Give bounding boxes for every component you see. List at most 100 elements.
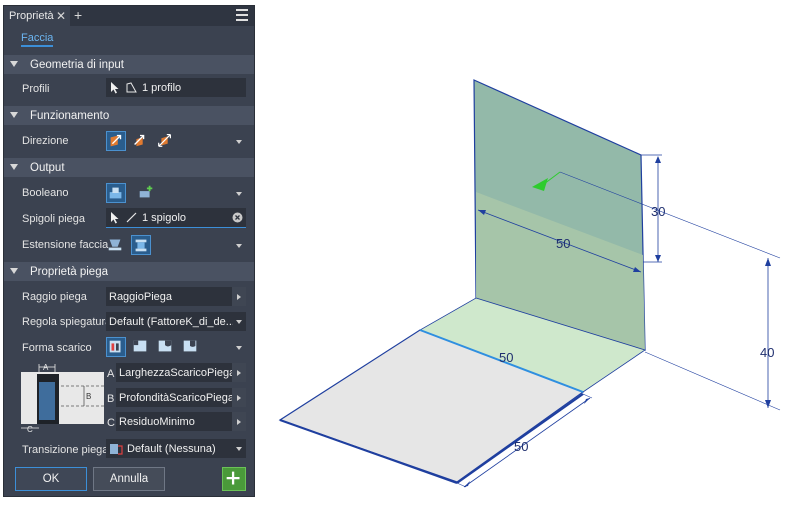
relief-straight-icon [109, 340, 121, 353]
relief-square-icon [133, 340, 147, 352]
active-field-underline [106, 227, 246, 228]
add-tab-icon[interactable]: + [74, 7, 82, 23]
bend-edges-label: Spigoli piega [22, 213, 85, 225]
direction-dropdown-icon[interactable] [236, 140, 242, 144]
profiles-selector[interactable]: 1 profilo [106, 78, 246, 97]
relief-depth-menu-button[interactable] [232, 388, 246, 407]
face-extent-width-button[interactable] [106, 235, 126, 255]
select-cursor-icon [111, 81, 119, 93]
relief-shape-label: Forma scarico [22, 342, 92, 354]
join-icon [109, 187, 122, 199]
section-title: Output [30, 161, 65, 174]
min-remnant-field[interactable]: ResiduoMinimo [116, 412, 246, 431]
hamburger-menu-icon[interactable] [236, 9, 248, 21]
close-icon[interactable]: ✕ [56, 9, 66, 23]
relief-shape-dropdown-icon[interactable] [236, 346, 242, 350]
direction-default-button[interactable] [106, 131, 126, 151]
min-remnant-label: C [107, 417, 115, 429]
bend-radius-menu-button[interactable] [232, 287, 246, 306]
relief-shape-square-button[interactable] [131, 337, 151, 357]
relief-shape-obround-button[interactable] [181, 337, 201, 357]
direction-label: Direzione [22, 135, 69, 147]
unfold-rule-value: Default (FattoreK_di_de... [109, 315, 233, 328]
sheet-metal-model[interactable]: 30 50 40 50 50 [258, 0, 803, 502]
graphics-viewport[interactable]: 30 50 40 50 50 [258, 0, 803, 502]
cancel-button[interactable]: Annulla [93, 467, 165, 491]
profile-icon [126, 82, 137, 93]
collapse-icon [10, 61, 18, 67]
ok-button[interactable]: OK [15, 467, 87, 491]
tab-face[interactable]: Faccia [21, 32, 54, 47]
min-remnant-value: ResiduoMinimo [119, 415, 195, 428]
direction-symmetric-icon [158, 134, 171, 147]
new-solid-icon [139, 185, 153, 198]
relief-width-label: A [107, 368, 115, 380]
dimension-50-top[interactable]: 50 [556, 236, 570, 251]
relief-shape-straight-button[interactable] [106, 337, 126, 357]
section-input-geometry[interactable]: Geometria di input [4, 55, 254, 74]
face-extent-dropdown-icon[interactable] [236, 244, 242, 248]
unfold-rule-dropdown-icon [236, 320, 242, 324]
section-title: Geometria di input [30, 58, 124, 71]
apply-add-button[interactable] [222, 467, 246, 491]
relief-width-value: LarghezzaScaricoPiega [119, 366, 236, 379]
boolean-label: Booleano [22, 187, 69, 199]
boolean-join-button[interactable] [106, 183, 126, 203]
bend-edges-value: 1 spigolo [142, 211, 187, 224]
boolean-dropdown-icon[interactable] [236, 192, 242, 196]
bend-radius-label: Raggio piega [22, 291, 87, 303]
diagram-label-b: B [86, 392, 91, 401]
edge-icon [126, 212, 137, 223]
direction-flip-button[interactable] [131, 131, 151, 151]
bend-radius-field[interactable]: RaggioPiega [106, 287, 246, 306]
profiles-value: 1 profilo [142, 81, 182, 94]
profiles-label: Profili [22, 83, 50, 95]
direction-default-icon [110, 134, 122, 147]
diagram-label-a: A [43, 363, 49, 372]
relief-width-menu-button[interactable] [232, 363, 246, 382]
face-extent-edge-button[interactable] [131, 235, 151, 255]
extent-width-icon [108, 239, 122, 251]
extent-edge-icon [135, 239, 147, 252]
collapse-icon [10, 112, 18, 118]
relief-round-icon [158, 340, 172, 352]
plus-icon [226, 471, 240, 485]
relief-diagram-icon: A B C [21, 363, 104, 434]
tab-title: Proprietà [9, 10, 54, 22]
min-remnant-menu-button[interactable] [232, 412, 246, 431]
face-extent-label: Estensione faccia [22, 239, 109, 251]
bend-edges-selector[interactable]: 1 spigolo [106, 208, 246, 227]
relief-depth-label: B [107, 393, 115, 405]
bend-transition-select[interactable]: Default (Nessuna) [106, 439, 246, 458]
select-cursor-icon [111, 211, 119, 223]
section-behavior[interactable]: Funzionamento [4, 106, 254, 125]
bend-radius-value: RaggioPiega [109, 290, 172, 303]
dimension-30[interactable]: 30 [651, 204, 665, 219]
dimension-50-middle[interactable]: 50 [499, 350, 513, 365]
direction-symmetric-button[interactable] [156, 131, 176, 151]
unfold-rule-select[interactable]: Default (FattoreK_di_de... [106, 312, 246, 331]
section-bend-properties[interactable]: Proprietà piega [4, 262, 254, 281]
relief-obround-icon [183, 340, 197, 352]
boolean-new-solid-button[interactable] [137, 183, 157, 203]
section-output[interactable]: Output [4, 158, 254, 177]
diagram-label-c: C [27, 425, 33, 434]
collapse-icon [10, 268, 18, 274]
relief-shape-round-button[interactable] [156, 337, 176, 357]
bend-transition-label: Transizione piega [22, 444, 109, 456]
relief-depth-value: ProfonditàScaricoPiega [119, 391, 234, 404]
transition-icon [110, 443, 123, 455]
dimension-40[interactable]: 40 [760, 345, 774, 360]
properties-panel: Proprietà ✕ + Faccia Geometria di input … [3, 5, 255, 497]
dimension-50-bottom[interactable]: 50 [514, 439, 528, 454]
clear-selection-icon[interactable] [232, 212, 243, 223]
section-title: Proprietà piega [30, 265, 108, 278]
section-title: Funzionamento [30, 109, 110, 122]
direction-flip-icon [134, 134, 145, 147]
bend-transition-dropdown-icon [236, 447, 242, 451]
bend-transition-value: Default (Nessuna) [127, 442, 216, 455]
relief-depth-field[interactable]: ProfonditàScaricoPiega [116, 388, 246, 407]
relief-width-field[interactable]: LarghezzaScaricoPiega [116, 363, 246, 382]
unfold-rule-label: Regola spiegatura [22, 316, 112, 328]
collapse-icon [10, 164, 18, 170]
